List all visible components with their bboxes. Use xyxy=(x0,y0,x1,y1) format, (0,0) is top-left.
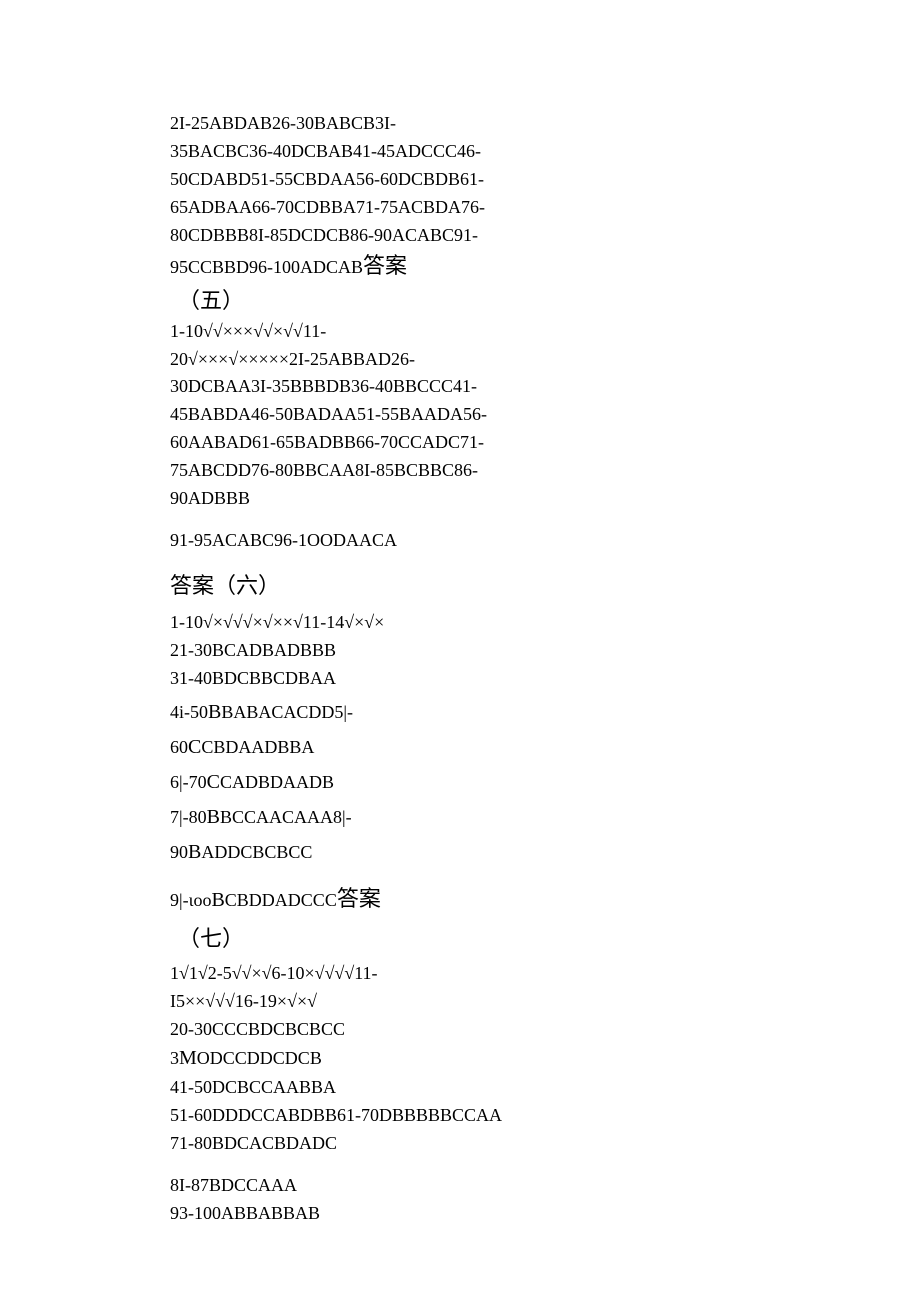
text-line: 1-10√×√√√×√××√11-14√×√× xyxy=(170,609,630,637)
answer-block-five-tail: 91-95ACABC96-1OODAACA xyxy=(170,527,630,555)
text-line: 1-10√√×××√√×√√11- xyxy=(170,318,630,346)
text-fragment: CBDDADCCC xyxy=(225,890,337,910)
text-fragment-large: C xyxy=(188,736,201,758)
text-line: 71-80BDCACBDADC xyxy=(170,1130,630,1158)
text-line: 90BADDCBCBCC xyxy=(170,837,630,868)
text-line: 35BACBC36-40DCBAB41-45ADCCC46- xyxy=(170,138,630,166)
text-line: I5××√√√16-19×√×√ xyxy=(170,988,630,1016)
answer-block-four-five: 2I-25ABDAB26-30BABCB3I- 35BACBC36-40DCBA… xyxy=(170,110,630,513)
text-line: 41-50DCBCCAABBA xyxy=(170,1074,630,1102)
text-line: 75ABCDD76-80BBCAA8I-85BCBBC86- xyxy=(170,457,630,485)
text-fragment: CBDAADBBA xyxy=(201,737,314,757)
text-fragment: 60 xyxy=(170,737,188,757)
text-line: 51-60DDDCCABDBB61-70DBBBBBCCAA xyxy=(170,1102,630,1130)
text-line: 45BABDA46-50BADAA51-55BAADA56- xyxy=(170,401,630,429)
text-line: 31-40BDCBBCDBAA xyxy=(170,665,630,693)
text-fragment: CADBDAADB xyxy=(220,772,334,792)
text-line: 21-30BCADBADBBB xyxy=(170,637,630,665)
text-line: 2I-25ABDAB26-30BABCB3I- xyxy=(170,110,630,138)
heading-seven: （七） xyxy=(170,922,630,956)
text-fragment: 6|-70 xyxy=(170,772,207,792)
text-fragment: 3 xyxy=(170,1048,179,1068)
text-line: 6|-70CCADBDAADB xyxy=(170,767,630,798)
answer-block-seven: 1√1√2-5√√×√6-10×√√√√11- I5××√√√16-19×√×√… xyxy=(170,960,630,1158)
text-line: 9|-ιooBCBDDADCCC答案 xyxy=(170,882,630,916)
heading-fragment: 答案 xyxy=(363,253,407,278)
text-line: 95CCBBD96-100ADCAB答案 xyxy=(170,249,630,283)
text-line: 90ADBBB xyxy=(170,485,630,513)
text-line: 50CDABD51-55CBDAA56-60DCBDB61- xyxy=(170,166,630,194)
text-line: 7|-80BBCCAACAAA8|- xyxy=(170,802,630,833)
text-fragment: BCCAACAAA8|- xyxy=(220,807,352,827)
text-fragment: 90 xyxy=(170,842,188,862)
text-line: 65ADBAA66-70CDBBA71-75ACBDA76- xyxy=(170,194,630,222)
text-fragment: 95CCBBD96-100ADCAB xyxy=(170,257,363,277)
text-line: 30DCBAA3I-35BBBDB36-40BBCCC41- xyxy=(170,373,630,401)
heading-five: （五） xyxy=(170,284,630,318)
answer-block-seven-tail: 8I-87BDCCAAA 93-100ABBABBAB xyxy=(170,1172,630,1228)
text-fragment-large: B xyxy=(208,701,221,723)
text-fragment-large: C xyxy=(207,771,220,793)
heading-six: 答案（六） xyxy=(170,569,630,603)
text-fragment: 4i-50 xyxy=(170,702,208,722)
answer-block-six: 1-10√×√√√×√××√11-14√×√× 21-30BCADBADBBB … xyxy=(170,609,630,868)
text-line: 60CCBDAADBBA xyxy=(170,732,630,763)
text-fragment-large: B xyxy=(207,806,220,828)
text-line: 3MODCCDDCDCB xyxy=(170,1043,630,1074)
text-line: 60AABAD61-65BADBB66-70CCADC71- xyxy=(170,429,630,457)
text-line: 91-95ACABC96-1OODAACA xyxy=(170,527,630,555)
text-line: 20-30CCCBDCBCBCC xyxy=(170,1016,630,1044)
text-line: 8I-87BDCCAAA xyxy=(170,1172,630,1200)
text-fragment: BABACACDD5|- xyxy=(221,702,353,722)
heading-fragment: 答案 xyxy=(337,886,381,911)
text-fragment: 7|-80 xyxy=(170,807,207,827)
answer-block-six-tail: 9|-ιooBCBDDADCCC答案 （七） xyxy=(170,882,630,956)
text-fragment-large: B xyxy=(211,889,224,911)
text-line: 80CDBBB8I-85DCDCB86-90ACABC91- xyxy=(170,222,630,250)
text-fragment: 9|-ιoo xyxy=(170,890,211,910)
text-fragment: ODCCDDCDCB xyxy=(197,1048,322,1068)
text-line: 4i-50BBABACACDD5|- xyxy=(170,697,630,728)
text-line: 93-100ABBABBAB xyxy=(170,1200,630,1228)
text-line: 20√×××√×××××2I-25ABBAD26- xyxy=(170,346,630,374)
text-fragment-large: M xyxy=(179,1047,197,1069)
text-line: 1√1√2-5√√×√6-10×√√√√11- xyxy=(170,960,630,988)
text-fragment-large: B xyxy=(188,841,201,863)
text-fragment: ADDCBCBCC xyxy=(201,842,312,862)
document-page: 2I-25ABDAB26-30BABCB3I- 35BACBC36-40DCBA… xyxy=(0,0,690,1302)
